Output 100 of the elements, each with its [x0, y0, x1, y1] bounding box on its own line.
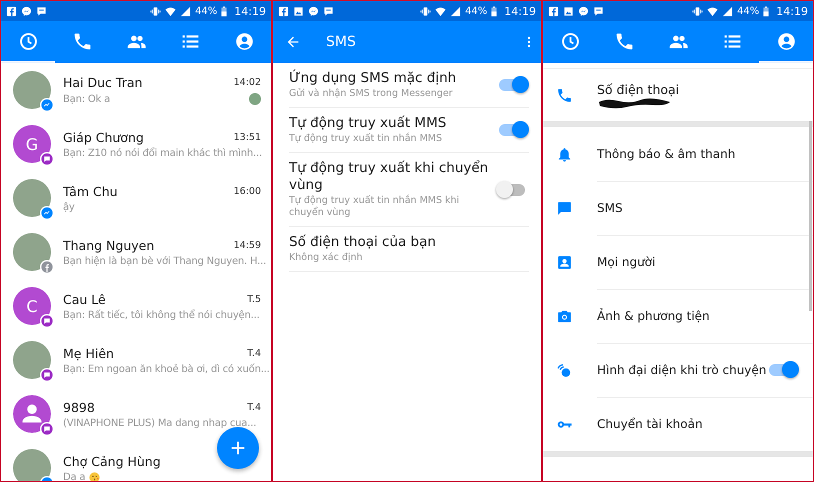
conversation-item[interactable]: C Cau Lê T.5 Bạn: Rất tiếc, tôi không thể nói chuyện...: [1, 279, 271, 333]
facebook-badge-icon: [40, 260, 54, 274]
setting-description: Tự động truy xuất tin nhắn MMS khi chuyển vùng: [289, 195, 460, 219]
photo-placeholder: [13, 341, 51, 379]
settings-label: SMS: [597, 200, 623, 214]
message-time: 14:02: [234, 77, 261, 88]
contact-name: Thang Nguyen: [63, 238, 154, 252]
image-icon: [563, 6, 574, 16]
conversation-item[interactable]: Thang Nguyen 14:59 Bạn hiện là bạn bè với Thang Nguyen. H...: [1, 225, 271, 279]
clock-icon: [560, 30, 580, 52]
clock-time: 14:19: [776, 4, 808, 18]
settings-label: Thông báo & âm thanh: [597, 146, 736, 160]
messenger-icon: [578, 6, 589, 16]
conversation-item[interactable]: Mẹ Hiên T.4 Bạn: Em ngoan ăn khoẻ bà ơi, dì có xuốn...: [1, 333, 271, 387]
conversation-item[interactable]: Tâm Chu 16:00 ậy: [1, 171, 271, 225]
battery-icon: [763, 6, 770, 16]
message-time: T.5: [247, 294, 261, 304]
battery-percent: 44%: [737, 6, 760, 16]
phone-card[interactable]: Số điện thoại: [543, 68, 813, 121]
settings-label: Chuyển tài khoản: [597, 417, 703, 431]
photo-placeholder: [13, 233, 51, 271]
contact-name: Hai Duc Tran: [63, 75, 142, 90]
phone-icon: [556, 86, 573, 104]
conversation-item[interactable]: Hai Duc Tran 14:02 Bạn: Ok a: [1, 63, 271, 117]
setting-title: Số điện thoại của bạn: [289, 234, 437, 251]
letter-avatar: G: [13, 125, 51, 163]
wifi-icon: [707, 6, 718, 16]
setting-description: Gửi và nhận SMS trong Messenger: [289, 88, 454, 100]
message-preview: (VINAPHONE PLUS) Ma dang nhap cua...: [63, 418, 256, 428]
messenger-icon: [21, 6, 32, 16]
messenger-badge-icon: [40, 98, 54, 112]
back-arrow-icon[interactable]: [285, 34, 301, 50]
settings-label: Ảnh & phương tiện: [597, 308, 710, 322]
battery-icon: [491, 6, 498, 16]
setting-title: Ứng dụng SMS mặc định: [289, 70, 458, 87]
settings-item[interactable]: Chuyển tài khoản: [543, 397, 813, 451]
conversation-item[interactable]: Chợ Cảng Hùng Dạ a: [1, 441, 271, 481]
message-preview: Dạ a: [63, 472, 86, 481]
chat-bubble-icon: [556, 200, 573, 216]
setting-description: Tự động truy xuất tin nhắn MMS: [289, 133, 443, 145]
sms-badge-icon: [40, 152, 54, 166]
kiss-emoji-icon: [89, 472, 100, 481]
screen-title: SMS: [326, 34, 357, 50]
wifi-icon: [435, 6, 446, 16]
plus-icon: [229, 439, 247, 457]
message-preview: ậy: [63, 202, 75, 212]
toggle-switch[interactable]: [499, 184, 525, 196]
setting-title: Tự động truy xuất khi chuyển vùng: [289, 160, 490, 194]
message-preview: Bạn: Ok a: [63, 94, 110, 104]
chat-icon: [593, 6, 604, 16]
phone-icon: [72, 30, 92, 52]
chat-icon: [36, 6, 47, 16]
conversation-item[interactable]: 9898 T.4 (VINAPHONE PLUS) Ma dang nhap cua...: [1, 387, 271, 441]
signal-icon: [722, 6, 734, 16]
image-icon: [293, 6, 304, 16]
contact-name: Tâm Chu: [63, 184, 118, 198]
sms-badge-icon: [40, 368, 54, 382]
letter-avatar: C: [13, 287, 51, 325]
battery-icon: [221, 6, 228, 16]
phone-label: Số điện thoại: [597, 82, 680, 96]
message-preview: Bạn: Z10 nó nói đổi main khác thì mình...: [63, 148, 262, 158]
person-avatar-icon: [13, 395, 51, 433]
message-preview: Bạn: Rất tiếc, tôi không thể nói chuyện...: [63, 310, 260, 320]
setting-description: Không xác định: [289, 252, 364, 264]
facebook-icon: [548, 6, 559, 16]
clock-time: 14:19: [504, 4, 536, 18]
facebook-icon: [278, 6, 289, 16]
photo-placeholder: [13, 449, 51, 481]
signal-icon: [180, 6, 192, 16]
message-time: 14:59: [234, 240, 261, 250]
message-time: 13:51: [234, 132, 261, 142]
photo-placeholder: [13, 179, 51, 217]
sms-badge-icon: [40, 422, 54, 436]
settings-label: Mọi người: [597, 254, 656, 268]
message-time: T.4: [247, 402, 261, 412]
wifi-icon: [165, 6, 176, 16]
messenger-badge-icon: [40, 206, 54, 220]
contact-name: Chợ Cảng Hùng: [63, 454, 161, 468]
more-menu-icon[interactable]: [527, 36, 531, 48]
clock-icon: [18, 30, 38, 52]
settings-label: Hình đại diện khi trò chuyện: [597, 362, 766, 376]
bell-icon: [556, 146, 573, 162]
facebook-icon: [6, 6, 17, 16]
conversation-item[interactable]: G Giáp Chương 13:51 Bạn: Z10 nó nói đổi main khác thì mình...: [1, 117, 271, 171]
setting-title: Tự động truy xuất MMS: [289, 115, 448, 132]
battery-percent: 44%: [195, 6, 218, 16]
message-time: T.4: [247, 348, 261, 358]
vibrate-icon: [150, 6, 162, 16]
message-preview: Bạn: Em ngoan ăn khoẻ bà ơi, dì có xuốn...: [63, 364, 270, 374]
new-message-button[interactable]: [217, 427, 259, 469]
message-preview: Bạn hiện là bạn bè với Thang Nguyen. H...: [63, 256, 266, 266]
account-icon: [234, 30, 254, 52]
settings-item[interactable]: Hình đại diện khi trò chuyện: [543, 343, 813, 397]
contact-name: Mẹ Hiên: [63, 346, 114, 360]
message-time: 16:00: [234, 186, 261, 196]
battery-percent: 44%: [465, 6, 488, 16]
messenger-icon: [308, 6, 319, 16]
vibrate-icon: [692, 6, 704, 16]
contact-name: 9898: [63, 400, 95, 414]
vibrate-icon: [420, 6, 432, 16]
